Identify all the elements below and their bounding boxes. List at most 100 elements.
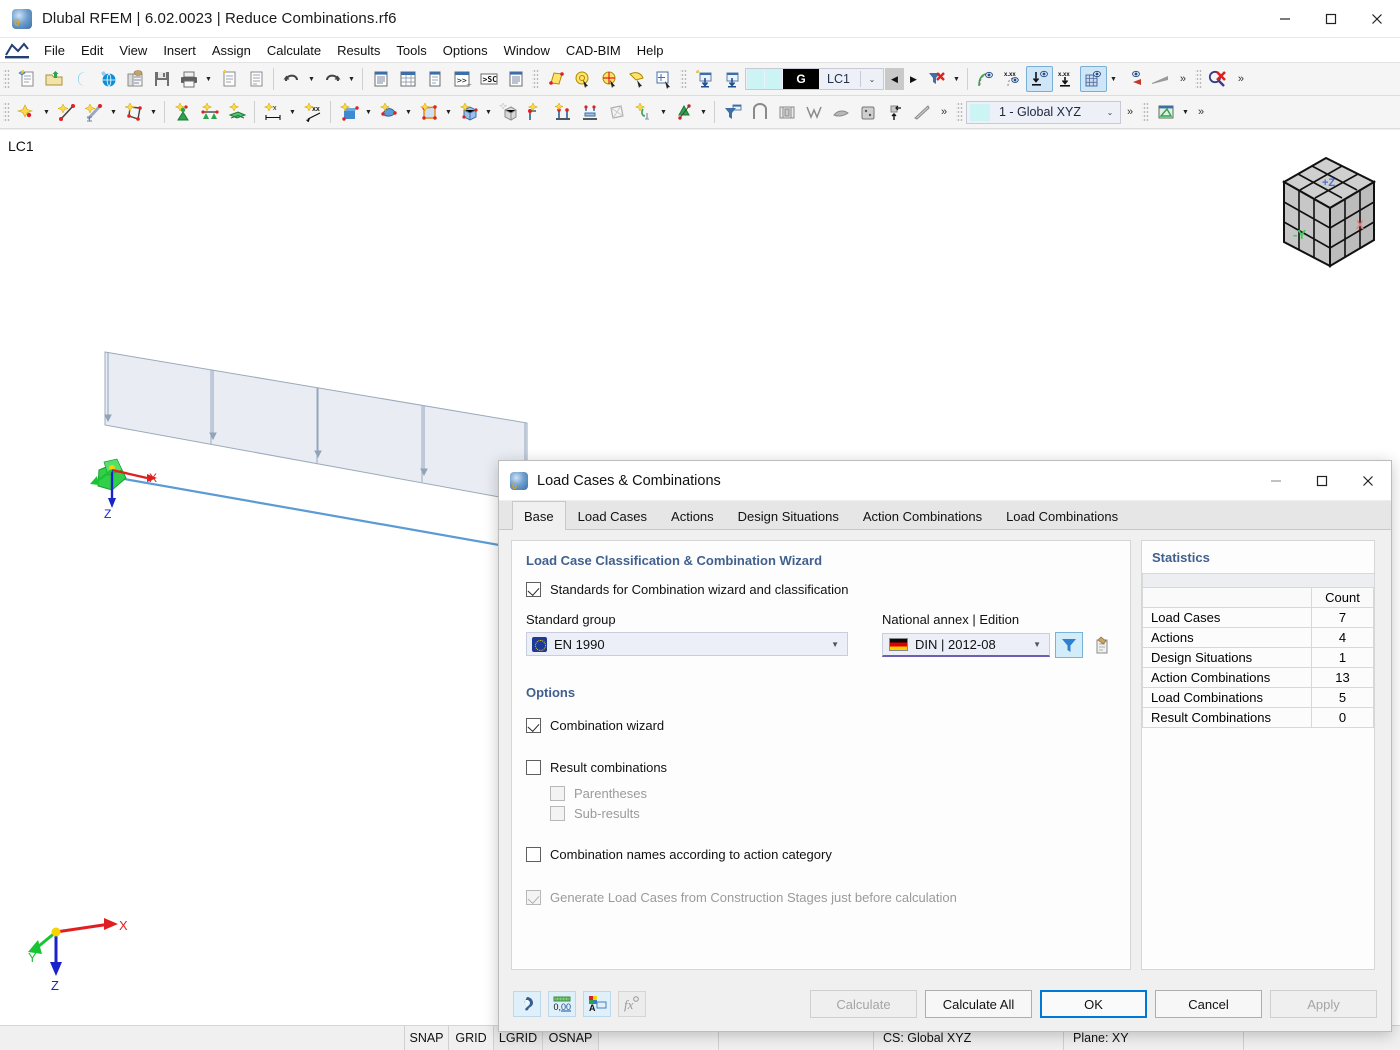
undo-icon[interactable]: [278, 66, 305, 92]
result-grid-dropdown-arrow-icon[interactable]: ▼: [1107, 66, 1120, 92]
select-plane-icon[interactable]: [542, 66, 569, 92]
tab-design-situations[interactable]: Design Situations: [725, 502, 851, 529]
standards-checkbox[interactable]: [526, 582, 541, 597]
menu-help[interactable]: Help: [629, 40, 672, 61]
national-annex-combo[interactable]: DIN | 2012-08 ▼: [882, 633, 1050, 657]
model-globe-icon[interactable]: [94, 66, 121, 92]
new-surface-icon[interactable]: [120, 99, 147, 125]
chevron-down-icon[interactable]: ⌄: [1100, 108, 1120, 117]
delete-filter-icon[interactable]: [923, 66, 950, 92]
rotate-view-icon[interactable]: [569, 66, 596, 92]
zoom-window-icon[interactable]: [650, 66, 677, 92]
node-dropdown-arrow-icon[interactable]: ▼: [40, 99, 53, 125]
surface-load-dropdown-arrow-icon[interactable]: ▼: [362, 99, 375, 125]
combination-names-row[interactable]: Combination names according to action ca…: [526, 847, 1116, 862]
surface-load-icon[interactable]: [335, 99, 362, 125]
new-member-icon[interactable]: [80, 99, 107, 125]
menu-calculate[interactable]: Calculate: [259, 40, 329, 61]
solid-icon[interactable]: [455, 99, 482, 125]
ok-button[interactable]: OK: [1040, 990, 1147, 1018]
toolbar-overflow-button-3[interactable]: »: [935, 99, 953, 125]
redo-dropdown-arrow-icon[interactable]: ▼: [345, 66, 358, 92]
toolbar-overflow-button-2[interactable]: »: [1232, 66, 1250, 92]
render-transparent-icon[interactable]: [908, 99, 935, 125]
tab-actions[interactable]: Actions: [659, 502, 726, 529]
toolbar-overflow-button-5[interactable]: »: [1192, 99, 1210, 125]
tab-action-combinations[interactable]: Action Combinations: [850, 502, 995, 529]
cloud-service-icon[interactable]: [67, 66, 94, 92]
next-load-case-button[interactable]: ▶: [903, 68, 923, 90]
rotate-about-point-icon[interactable]: [596, 66, 623, 92]
toolbar-grip[interactable]: [680, 68, 687, 90]
previous-load-case-button[interactable]: ◀: [884, 68, 904, 90]
show-reaction-values-icon[interactable]: x.xx: [1053, 66, 1080, 92]
show-result-grid-icon[interactable]: [1079, 66, 1107, 92]
toolbar-grip[interactable]: [532, 68, 539, 90]
free-load-icon[interactable]: [375, 99, 402, 125]
help-icon[interactable]: ?: [513, 991, 541, 1017]
toolbar-grip[interactable]: [1142, 101, 1149, 123]
menu-options[interactable]: Options: [435, 40, 496, 61]
status-grid[interactable]: GRID: [449, 1026, 494, 1050]
menu-view[interactable]: View: [111, 40, 155, 61]
show-result-diagram-icon[interactable]: [1120, 66, 1147, 92]
work-plane-dropdown-arrow-icon[interactable]: ▼: [1179, 99, 1192, 125]
surface-release-icon[interactable]: [603, 99, 630, 125]
dimension-xx-icon[interactable]: xx: [299, 99, 326, 125]
model-sections-icon[interactable]: [746, 99, 773, 125]
surface-dropdown-arrow-icon[interactable]: ▼: [147, 99, 160, 125]
navigator-panel-icon[interactable]: [367, 66, 394, 92]
tab-load-cases[interactable]: Load Cases: [565, 502, 660, 529]
member-dropdown-arrow-icon[interactable]: ▼: [107, 99, 120, 125]
dialog-maximize-button[interactable]: [1299, 461, 1345, 501]
dialog-minimize-button[interactable]: [1253, 461, 1299, 501]
status-snap[interactable]: SNAP: [405, 1026, 449, 1050]
standards-checkbox-row[interactable]: Standards for Combination wizard and cla…: [526, 582, 1116, 597]
printout-report-icon[interactable]: [242, 66, 269, 92]
toolbar-grip[interactable]: [956, 101, 963, 123]
redo-icon[interactable]: [318, 66, 345, 92]
render-solid-icon[interactable]: [854, 99, 881, 125]
result-combinations-checkbox[interactable]: [526, 760, 541, 775]
chevron-down-icon[interactable]: ▼: [831, 640, 839, 649]
save-icon[interactable]: [148, 66, 175, 92]
show-values-icon[interactable]: x.xx: [999, 66, 1026, 92]
maximize-button[interactable]: [1308, 0, 1354, 38]
edit-load-case-icon[interactable]: [717, 66, 744, 92]
dimension-dropdown-arrow-icon[interactable]: ▼: [286, 99, 299, 125]
move-model-icon[interactable]: [881, 99, 908, 125]
toolbar-grip[interactable]: [1194, 68, 1202, 90]
combination-wizard-row[interactable]: Combination wizard: [526, 718, 1116, 733]
calculate-all-button[interactable]: Calculate All: [925, 990, 1032, 1018]
combination-names-checkbox[interactable]: [526, 847, 541, 862]
navigation-cube[interactable]: +Z -Y X: [1264, 144, 1394, 287]
menu-insert[interactable]: Insert: [155, 40, 204, 61]
new-model-icon[interactable]: [13, 66, 40, 92]
result-combinations-row[interactable]: Result combinations: [526, 760, 1116, 775]
edit-standard-icon[interactable]: [1088, 632, 1116, 658]
print-icon[interactable]: [175, 66, 202, 92]
new-line-icon[interactable]: [53, 99, 80, 125]
standard-group-combo[interactable]: EN 1990 ▼: [526, 632, 848, 656]
new-node-icon[interactable]: [13, 99, 40, 125]
data-panel-icon[interactable]: [421, 66, 448, 92]
dialog-close-button[interactable]: [1345, 461, 1391, 501]
command-console-icon[interactable]: >>_: [448, 66, 475, 92]
free-load-dropdown-arrow-icon[interactable]: ▼: [402, 99, 415, 125]
coordinate-system-selector[interactable]: 1 - Global XYZ ⌄: [966, 100, 1121, 124]
units-decimal-places-icon[interactable]: 0, 00: [548, 991, 576, 1017]
pan-view-icon[interactable]: [623, 66, 650, 92]
tab-load-combinations[interactable]: Load Combinations: [994, 502, 1131, 529]
visibility-filter-icon[interactable]: [719, 99, 746, 125]
toolbar-grip[interactable]: [3, 68, 10, 90]
combination-wizard-checkbox[interactable]: [526, 718, 541, 733]
clear-results-icon[interactable]: [1205, 66, 1232, 92]
cancel-button[interactable]: Cancel: [1155, 990, 1262, 1018]
model-info-icon[interactable]: [121, 66, 148, 92]
opening-dropdown-arrow-icon[interactable]: ▼: [442, 99, 455, 125]
assign-dropdown-arrow-icon[interactable]: ▼: [657, 99, 670, 125]
menu-window[interactable]: Window: [496, 40, 558, 61]
list-panel-icon[interactable]: [502, 66, 529, 92]
dimension-x-icon[interactable]: x: [259, 99, 286, 125]
nodal-release-icon[interactable]: [549, 99, 576, 125]
